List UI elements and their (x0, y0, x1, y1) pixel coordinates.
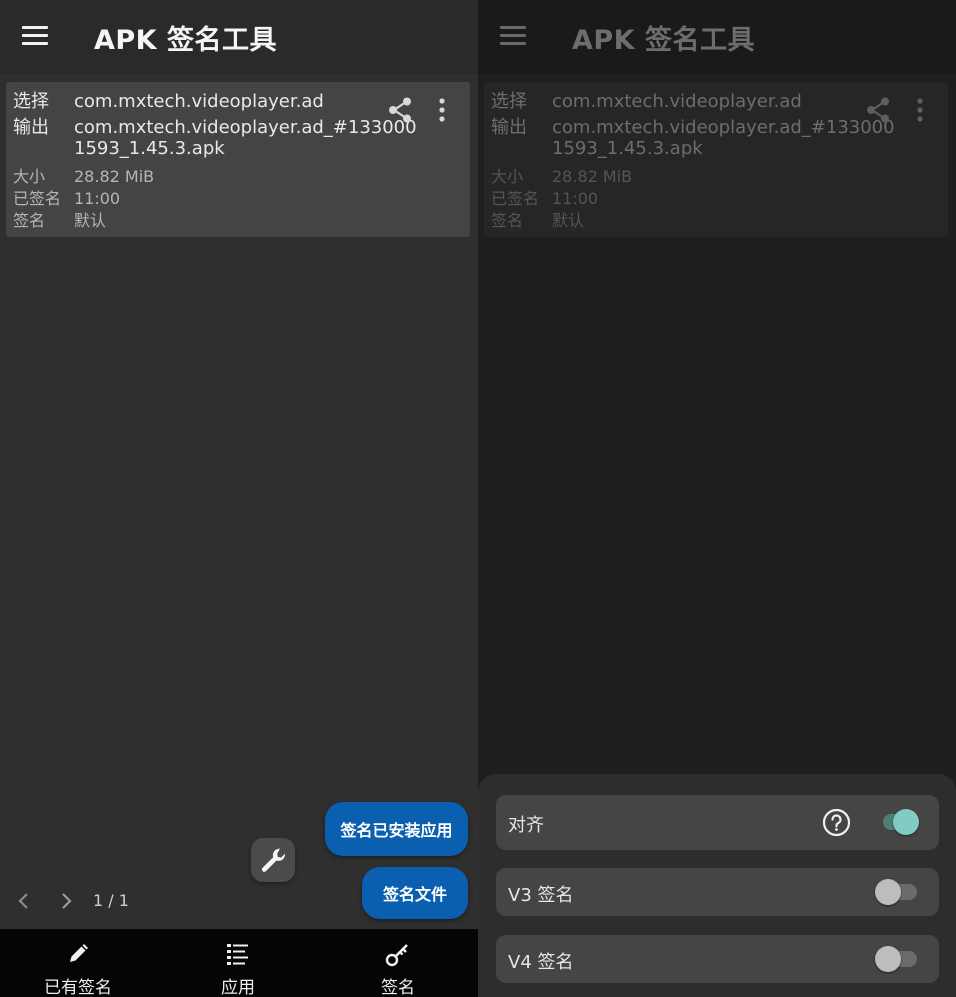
apk-file-card-dimmed: 选择 com.mxtech.videoplayer.ad 输出 com.mxte… (484, 82, 948, 237)
select-value: com.mxtech.videoplayer.ad (74, 91, 324, 112)
align-toggle[interactable] (875, 807, 919, 837)
signed-label: 已签名 (491, 189, 540, 208)
output-label: 输出 (491, 117, 527, 138)
select-label: 选择 (491, 91, 527, 112)
nav-label-sign: 签名 (381, 978, 415, 997)
bottom-navigation: 已有签名 应用 签名 (0, 929, 478, 997)
option-v4-label: V4 签名 (508, 952, 574, 973)
menu-icon (500, 25, 526, 47)
share-icon[interactable] (386, 96, 414, 124)
app-bar-dimmed: APK 签名工具 (478, 0, 956, 74)
signature-label: 签名 (491, 211, 524, 230)
option-align[interactable]: 对齐 (496, 795, 939, 850)
option-align-label: 对齐 (508, 815, 544, 836)
more-vert-icon (917, 98, 923, 122)
previous-page-icon[interactable] (14, 891, 34, 911)
output-value-line2: 1593_1.45.3.apk (74, 138, 225, 159)
sign-options-screen: APK 签名工具 选择 com.mxtech.videoplayer.ad 输出… (478, 0, 956, 997)
sign-installed-app-button[interactable]: 签名已安装应用 (325, 802, 468, 856)
key-icon (385, 944, 408, 967)
share-icon (867, 97, 889, 123)
size-value: 28.82 MiB (552, 167, 633, 186)
next-page-icon[interactable] (56, 891, 76, 911)
switch-thumb (893, 809, 919, 835)
signature-value: 默认 (74, 211, 107, 230)
option-v4-signature[interactable]: V4 签名 (496, 935, 939, 983)
signed-value: 11:00 (74, 189, 121, 208)
main-screen: APK 签名工具 选择 com.mxtech.videoplayer.ad 输出… (0, 0, 478, 997)
signed-label: 已签名 (13, 189, 62, 208)
page-indicator: 1 / 1 (93, 891, 129, 910)
output-value-line2: 1593_1.45.3.apk (552, 138, 703, 159)
option-v3-label: V3 签名 (508, 885, 574, 906)
more-vert-icon[interactable] (432, 96, 452, 124)
option-v3-signature[interactable]: V3 签名 (496, 868, 939, 916)
nav-item-apps[interactable]: 应用 (188, 929, 288, 997)
size-label: 大小 (491, 167, 524, 186)
app-bar: APK 签名工具 (0, 0, 478, 74)
signed-value: 11:00 (552, 189, 599, 208)
v3-signature-toggle[interactable] (875, 877, 919, 907)
tools-button[interactable] (251, 838, 295, 882)
output-label: 输出 (13, 117, 49, 138)
output-value-line1: com.mxtech.videoplayer.ad_#133000 (74, 117, 417, 138)
menu-icon[interactable] (22, 25, 48, 47)
apk-file-card[interactable]: 选择 com.mxtech.videoplayer.ad 输出 com.mxte… (6, 82, 470, 237)
nav-label-existing-signatures: 已有签名 (44, 978, 112, 997)
select-label: 选择 (13, 91, 49, 112)
size-value: 28.82 MiB (74, 167, 155, 186)
sign-options-bottom-sheet: 对齐 V3 签名 V4 签名 (478, 774, 956, 997)
wrench-icon (261, 848, 286, 872)
app-title: APK 签名工具 (94, 25, 278, 56)
output-value-line1: com.mxtech.videoplayer.ad_#133000 (552, 117, 895, 138)
signature-value: 默认 (552, 211, 585, 230)
help-icon[interactable] (822, 808, 851, 837)
v4-signature-toggle[interactable] (875, 944, 919, 974)
sign-file-button[interactable]: 签名文件 (362, 867, 468, 919)
size-label: 大小 (13, 167, 46, 186)
switch-thumb (875, 946, 901, 972)
select-value: com.mxtech.videoplayer.ad (552, 91, 802, 112)
app-title-dimmed: APK 签名工具 (572, 25, 756, 56)
nav-item-sign[interactable]: 签名 (348, 929, 448, 997)
nav-item-existing-signatures[interactable]: 已有签名 (28, 929, 128, 997)
pencil-icon (70, 944, 88, 962)
switch-thumb (875, 879, 901, 905)
signature-label: 签名 (13, 211, 46, 230)
list-icon (227, 944, 248, 965)
nav-label-apps: 应用 (221, 978, 255, 997)
